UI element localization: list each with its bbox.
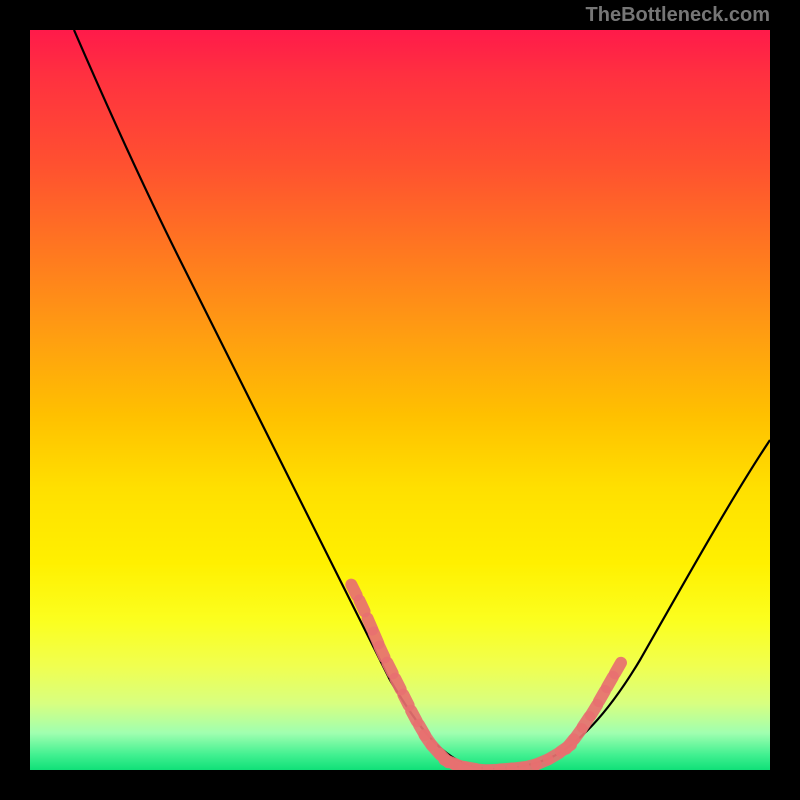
plot-area <box>30 30 770 770</box>
chart-frame: TheBottleneck.com <box>0 0 800 800</box>
watermark-text: TheBottleneck.com <box>586 4 770 27</box>
valley-marker-band <box>437 736 580 770</box>
left-marker-band <box>343 577 456 770</box>
right-marker-band <box>558 655 629 758</box>
curve-layer <box>30 30 770 770</box>
bottleneck-curve <box>74 30 770 769</box>
